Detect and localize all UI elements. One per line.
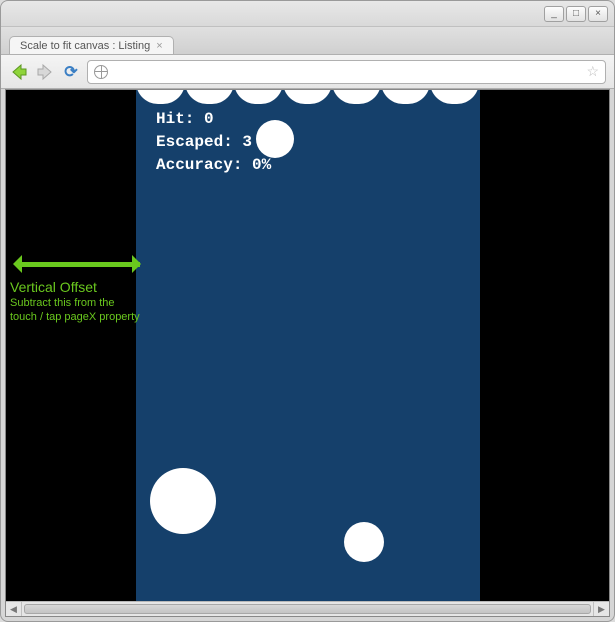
tab-strip: Scale to fit canvas : Listing ×	[1, 27, 614, 55]
bubble-target[interactable]	[256, 120, 294, 158]
back-button[interactable]	[9, 63, 29, 81]
accuracy-value: 0%	[252, 156, 271, 174]
offset-annotation: Vertical Offset Subtract this from the t…	[10, 255, 140, 325]
page-viewport: Vertical Offset Subtract this from the t…	[5, 89, 610, 617]
globe-icon	[94, 65, 108, 79]
reload-button[interactable]: ⟳	[61, 62, 81, 82]
bubble-target[interactable]	[150, 468, 216, 534]
horizontal-scrollbar[interactable]: ◀ ▶	[6, 601, 609, 616]
escaped-label: Escaped:	[156, 133, 233, 151]
scroll-right-arrow-icon[interactable]: ▶	[593, 602, 609, 616]
url-input[interactable]	[114, 65, 580, 79]
address-bar[interactable]: ☆	[87, 60, 606, 84]
tab-title: Scale to fit canvas : Listing	[20, 40, 150, 52]
forward-arrow-icon	[36, 63, 54, 81]
annotation-title: Vertical Offset	[10, 279, 140, 295]
bubble-target[interactable]	[344, 522, 384, 562]
browser-window: _ □ × Scale to fit canvas : Listing × ⟳ …	[0, 0, 615, 622]
scrollbar-thumb[interactable]	[24, 604, 591, 614]
scroll-left-arrow-icon[interactable]: ◀	[6, 602, 22, 616]
game-canvas[interactable]: Hit: 0 Escaped: 3 Accuracy: 0%	[136, 90, 480, 616]
hit-value: 0	[204, 110, 214, 128]
tab-close-icon[interactable]: ×	[156, 40, 162, 52]
back-arrow-icon	[10, 63, 28, 81]
browser-toolbar: ⟳ ☆	[1, 55, 614, 89]
score-overlay: Hit: 0 Escaped: 3 Accuracy: 0%	[156, 108, 271, 178]
forward-button[interactable]	[35, 63, 55, 81]
window-minimize-button[interactable]: _	[544, 6, 564, 22]
double-arrow-icon	[10, 255, 140, 273]
annotation-subtitle: Subtract this from the touch / tap pageX…	[10, 297, 140, 325]
bookmark-star-icon[interactable]: ☆	[586, 63, 599, 80]
escaped-value: 3	[242, 133, 252, 151]
accuracy-label: Accuracy:	[156, 156, 242, 174]
window-titlebar: _ □ ×	[1, 1, 614, 27]
browser-tab[interactable]: Scale to fit canvas : Listing ×	[9, 36, 174, 54]
window-maximize-button[interactable]: □	[566, 6, 586, 22]
wave-border	[136, 90, 480, 100]
hit-label: Hit:	[156, 110, 194, 128]
window-close-button[interactable]: ×	[588, 6, 608, 22]
